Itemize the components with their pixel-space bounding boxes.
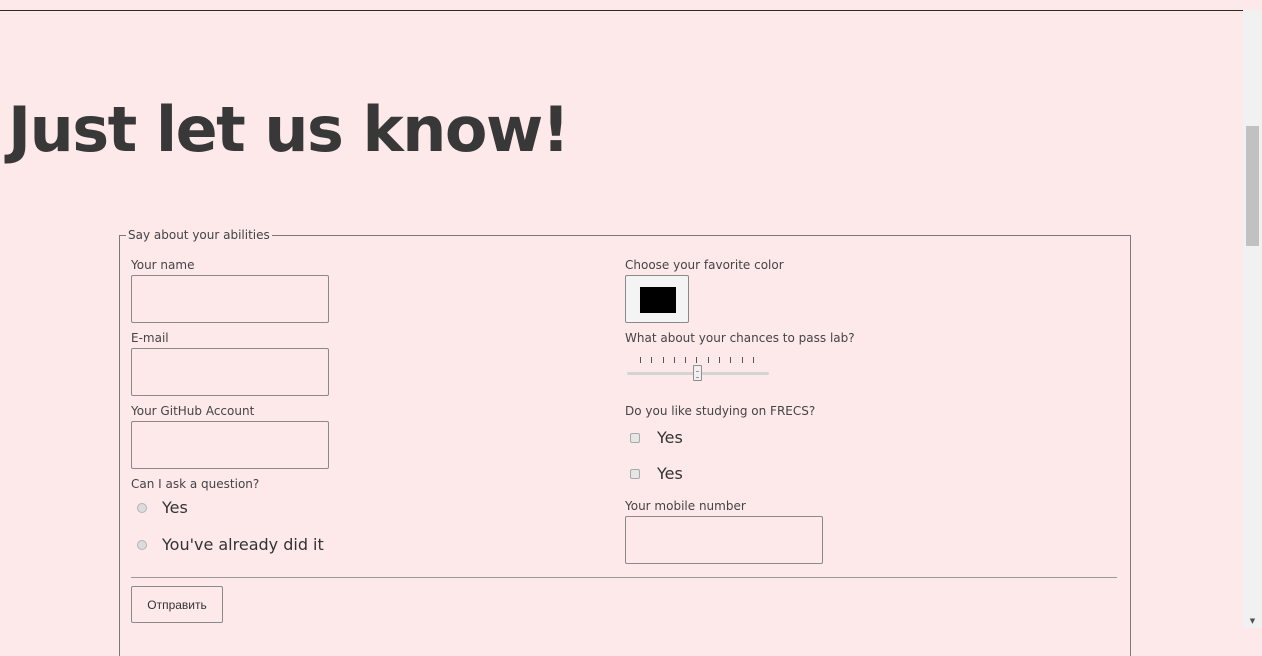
- color-label: Choose your favorite color: [625, 258, 784, 272]
- option-label: Yes: [162, 498, 188, 517]
- frecs-label: Do you like studying on FRECS?: [625, 404, 816, 418]
- github-input[interactable]: [131, 421, 329, 469]
- slider-thumb[interactable]: [693, 365, 702, 381]
- radio-button[interactable]: [137, 503, 147, 513]
- checkbox[interactable]: [630, 433, 640, 443]
- slider-tick: [696, 357, 698, 363]
- chances-slider[interactable]: [625, 356, 769, 384]
- form-divider: [131, 577, 1117, 578]
- slider-tick: [673, 357, 675, 363]
- slider-tick: [662, 357, 664, 363]
- question-option-yes[interactable]: Yes: [137, 498, 188, 518]
- slider-tick: [640, 357, 641, 363]
- color-swatch: [640, 287, 676, 313]
- option-label: Yes: [657, 464, 683, 483]
- email-input[interactable]: [131, 348, 329, 396]
- chances-label: What about your chances to pass lab?: [625, 331, 855, 345]
- slider-tick: [741, 357, 743, 363]
- scrollbar-thumb[interactable]: [1246, 126, 1259, 246]
- question-option-already[interactable]: You've already did it: [137, 535, 324, 555]
- top-border-line: [0, 10, 1243, 11]
- slider-tick: [730, 357, 732, 363]
- slider-ticks: [640, 357, 754, 365]
- radio-button[interactable]: [137, 540, 147, 550]
- page-title: Just let us know!: [8, 93, 570, 166]
- name-input[interactable]: [131, 275, 329, 323]
- vertical-scrollbar[interactable]: ▼: [1243, 10, 1262, 628]
- abilities-fieldset: Say about your abilities Your name E-mai…: [119, 227, 1131, 656]
- option-label: Yes: [657, 428, 683, 447]
- email-label: E-mail: [131, 331, 169, 345]
- slider-tick: [685, 357, 687, 363]
- question-label: Can I ask a question?: [131, 477, 260, 491]
- frecs-option-1[interactable]: Yes: [630, 428, 683, 448]
- frecs-option-2[interactable]: Yes: [630, 464, 683, 484]
- slider-tick: [752, 357, 754, 363]
- slider-tick: [707, 357, 709, 363]
- scroll-down-arrow-icon[interactable]: ▼: [1243, 616, 1262, 626]
- slider-tick: [719, 357, 721, 363]
- fieldset-legend: Say about your abilities: [126, 227, 272, 243]
- submit-button[interactable]: Отправить: [131, 586, 223, 623]
- option-label: You've already did it: [162, 535, 324, 554]
- mobile-label: Your mobile number: [625, 499, 746, 513]
- slider-tick: [651, 357, 653, 363]
- color-picker[interactable]: [625, 275, 689, 323]
- checkbox[interactable]: [630, 469, 640, 479]
- mobile-input[interactable]: [625, 516, 823, 564]
- github-label: Your GitHub Account: [131, 404, 255, 418]
- name-label: Your name: [131, 258, 195, 272]
